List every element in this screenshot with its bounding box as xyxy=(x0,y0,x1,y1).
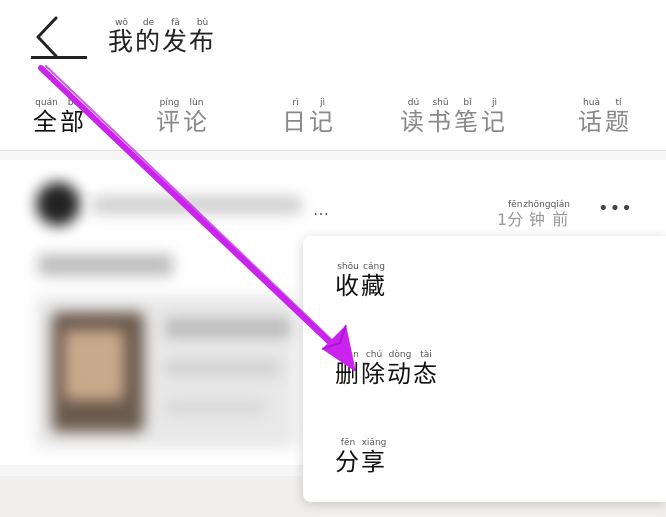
active-tab-indicator xyxy=(31,56,87,59)
shared-content-subtitle-blurred xyxy=(165,360,280,376)
title-char: 我wǒ xyxy=(108,18,136,56)
more-horizontal-icon: ••• xyxy=(598,198,633,219)
username-ellipsis: … xyxy=(313,200,329,219)
menu-item-favorite[interactable]: 收shōu藏cáng xyxy=(335,262,387,301)
post-actions-menu: 收shōu藏cáng 删shān除chú动dòng态tài 分fēn享xiǎng xyxy=(303,236,666,502)
tab-bar: 全quán部bù 评píng论lùn 日rì记jì 读dú书shū笔bǐ记jì … xyxy=(0,90,666,150)
username-blurred xyxy=(92,196,302,214)
avatar[interactable] xyxy=(36,182,80,226)
tab-diary[interactable]: 日rì记jì xyxy=(282,98,336,137)
menu-item-share[interactable]: 分fēn享xiǎng xyxy=(335,438,387,477)
tab-topics[interactable]: 话huà题tí xyxy=(578,98,632,137)
title-char: 的de xyxy=(135,18,163,56)
post-timestamp: 1分fēn钟zhōng前qián xyxy=(497,200,570,229)
tab-all[interactable]: 全quán部bù xyxy=(33,98,87,137)
more-options-button[interactable]: ••• xyxy=(598,198,633,219)
header: 我wǒ的de发fā布bù xyxy=(0,0,666,80)
tab-reading-notes[interactable]: 读dú书shū笔bǐ记jì xyxy=(400,98,508,137)
page-title: 我wǒ的de发fā布bù xyxy=(108,18,216,58)
chevron-left-icon xyxy=(36,16,58,58)
back-button[interactable] xyxy=(28,12,68,62)
menu-item-delete-post[interactable]: 删shān除chú动dòng态tài xyxy=(335,350,439,389)
title-char: 布bù xyxy=(189,18,217,56)
shared-content-meta-blurred xyxy=(165,400,265,414)
tab-comments[interactable]: 评píng论lùn xyxy=(156,98,210,137)
shared-content-title-blurred xyxy=(165,318,290,338)
shared-content-thumbnail-detail xyxy=(64,330,124,400)
title-char: 发fā xyxy=(162,18,190,56)
post-text-blurred xyxy=(38,254,173,276)
